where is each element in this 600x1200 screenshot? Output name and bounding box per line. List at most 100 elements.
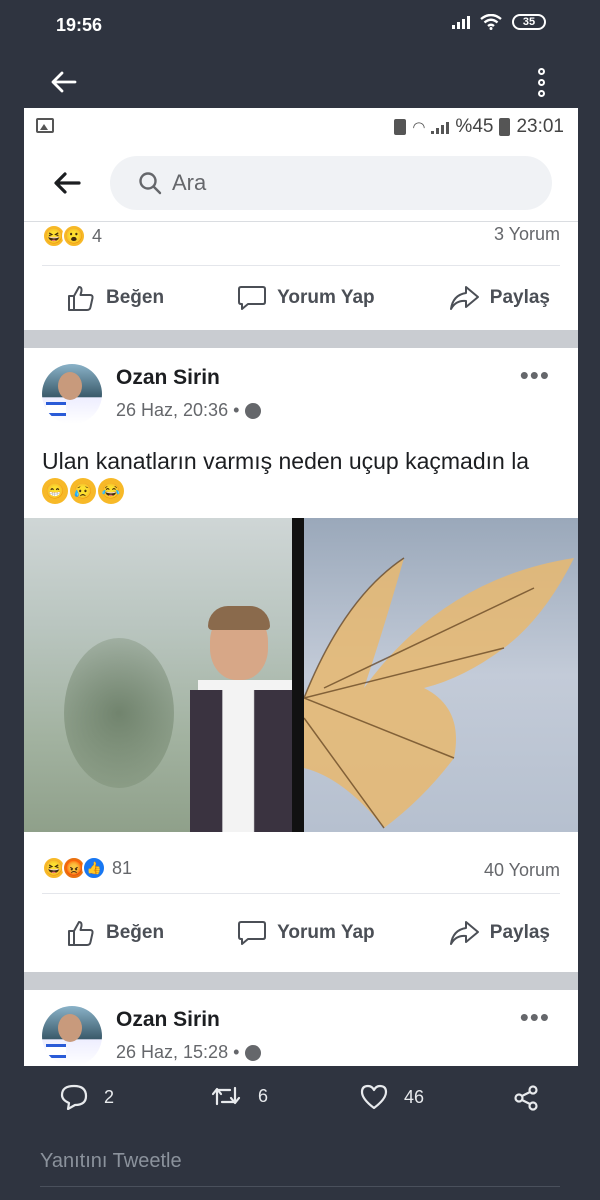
signal-icon xyxy=(452,15,470,29)
laugh-cry-emoji-icon: 😂 xyxy=(98,478,124,504)
fb-status-bar: ◠ %45 23:01 xyxy=(24,108,578,146)
reaction-count: 81 xyxy=(112,857,133,878)
wing-illustration xyxy=(304,557,574,829)
share-button[interactable]: Paylaş xyxy=(448,284,550,312)
retweet-count: 6 xyxy=(258,1085,269,1106)
post-header: Ozan Sirin 26 Haz, 15:28 • ••• xyxy=(24,990,578,1066)
post-image[interactable] xyxy=(24,518,578,832)
share-nodes-icon xyxy=(514,1085,538,1111)
reply-icon xyxy=(60,1084,88,1110)
post-more-button[interactable]: ••• xyxy=(520,362,550,388)
photo-boy-in-forest xyxy=(24,518,292,832)
reaction-icons[interactable]: 😆 😡 👍 81 xyxy=(42,856,132,880)
reactions-summary: 😆 😡 👍 81 40 Yorum xyxy=(42,838,560,894)
search-field[interactable] xyxy=(110,156,552,210)
back-button[interactable] xyxy=(44,62,84,102)
post-more-button[interactable]: ••• xyxy=(520,1004,550,1030)
share-icon xyxy=(449,921,479,945)
like-label: Beğen xyxy=(106,922,165,943)
avatar[interactable] xyxy=(42,1006,102,1066)
battery-percent: %45 xyxy=(455,116,494,137)
post-header: Ozan Sirin 26 Haz, 20:36 • ••• xyxy=(24,348,578,426)
dot-icon xyxy=(537,78,545,86)
signal-icon xyxy=(431,120,450,134)
post-author[interactable]: Ozan Sirin xyxy=(116,1008,220,1032)
comment-button[interactable]: Yorum Yap xyxy=(237,919,375,947)
comments-count[interactable]: 40 Yorum xyxy=(484,860,560,881)
battery-saver-icon xyxy=(394,119,407,135)
post-time-text: 26 Haz, 15:28 • xyxy=(116,1042,240,1062)
post-divider xyxy=(24,330,578,348)
wifi-icon xyxy=(480,14,502,30)
thumbs-up-icon xyxy=(68,921,94,946)
wifi-icon: ◠ xyxy=(412,119,426,136)
arrow-left-icon xyxy=(51,71,77,93)
like-label: Beğen xyxy=(106,287,165,308)
reactions-summary: 😆 😮 4 3 Yorum xyxy=(42,222,560,266)
comment-button[interactable]: Yorum Yap xyxy=(237,284,375,312)
image-separator xyxy=(292,518,304,832)
phone-status-bar: 19:56 35 xyxy=(0,0,600,52)
thumbs-up-icon xyxy=(68,286,94,311)
share-label: Paylaş xyxy=(489,287,550,308)
globe-icon xyxy=(245,1044,262,1061)
fb-back-button[interactable] xyxy=(50,168,84,198)
post-divider xyxy=(24,972,578,990)
fb-status-icons: ◠ %45 23:01 xyxy=(394,116,564,138)
reaction-icons[interactable]: 😆 😮 4 xyxy=(42,224,102,248)
post-timestamp[interactable]: 26 Haz, 15:28 • xyxy=(116,1042,262,1063)
post-timestamp[interactable]: 26 Haz, 20:36 • xyxy=(116,400,262,421)
dot-icon xyxy=(537,67,545,75)
search-icon xyxy=(139,172,162,195)
post-actions: Beğen Yorum Yap Paylaş xyxy=(24,266,578,330)
reply-divider xyxy=(40,1186,560,1187)
post-author[interactable]: Ozan Sirin xyxy=(116,366,220,390)
like-button[interactable]: Beğen xyxy=(66,283,164,313)
share-label: Paylaş xyxy=(489,922,550,943)
like-emoji-icon: 👍 xyxy=(82,856,106,880)
fb-status-time: 23:01 xyxy=(516,116,564,137)
search-input[interactable] xyxy=(172,170,472,196)
flag-icon xyxy=(46,1044,66,1058)
share-icon xyxy=(449,286,479,310)
status-icons: 35 xyxy=(452,14,546,30)
retweet-button[interactable]: 6 xyxy=(210,1084,268,1108)
photo-fairy-wing xyxy=(304,518,578,832)
tweet-actions: 2 6 46 xyxy=(0,1066,600,1136)
comments-count[interactable]: 3 Yorum xyxy=(494,224,560,245)
flag-icon xyxy=(46,402,66,416)
search-bar-row xyxy=(24,146,578,222)
battery-icon: 35 xyxy=(512,14,546,30)
share-button[interactable]: Paylaş xyxy=(448,919,550,947)
post-actions: Beğen Yorum Yap Paylaş xyxy=(24,894,578,972)
comment-icon xyxy=(238,286,267,310)
post-time-text: 26 Haz, 20:36 • xyxy=(116,400,240,420)
dot-icon xyxy=(537,89,545,97)
retweet-icon xyxy=(211,1086,241,1106)
grin-emoji-icon: 😁 xyxy=(42,478,68,504)
image-icon xyxy=(36,118,54,133)
reaction-count: 4 xyxy=(92,225,103,246)
embedded-screenshot[interactable]: ◠ %45 23:01 😆 😮 4 3 xyxy=(24,108,578,1066)
like-tweet-button[interactable]: 46 xyxy=(360,1084,424,1110)
post-text: Ulan kanatların varmış neden uçup kaçmad… xyxy=(42,448,530,474)
heart-icon xyxy=(360,1084,388,1110)
avatar[interactable] xyxy=(42,364,102,424)
battery-icon xyxy=(499,118,511,136)
arrow-left-icon xyxy=(54,172,81,194)
sad-emoji-icon: 😥 xyxy=(70,478,96,504)
reply-button[interactable]: 2 xyxy=(60,1084,114,1110)
post-text-emojis: 😁 😥 😂 xyxy=(24,478,578,514)
globe-icon xyxy=(245,402,262,419)
comment-icon xyxy=(238,921,267,945)
comment-label: Yorum Yap xyxy=(277,287,375,308)
like-button[interactable]: Beğen xyxy=(66,918,164,948)
wow-emoji-icon: 😮 xyxy=(62,224,86,248)
like-count: 46 xyxy=(404,1086,425,1107)
status-time: 19:56 xyxy=(56,15,103,35)
reply-input[interactable]: Yanıtını Tweetle xyxy=(40,1150,182,1173)
reply-count: 2 xyxy=(104,1086,115,1107)
share-tweet-button[interactable] xyxy=(512,1084,540,1112)
comment-label: Yorum Yap xyxy=(277,922,375,943)
more-options-button[interactable] xyxy=(526,62,556,102)
